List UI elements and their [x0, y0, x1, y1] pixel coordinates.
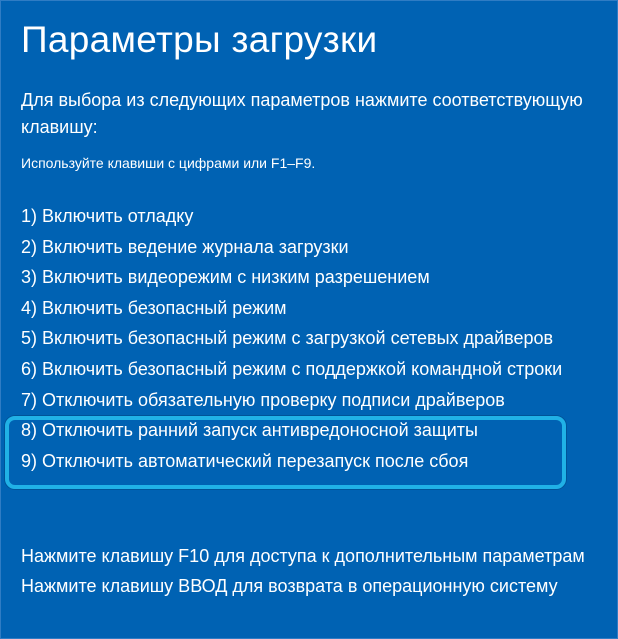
- option-label: Отключить ранний запуск антивредоносной …: [42, 420, 478, 440]
- option-number: 9): [21, 451, 37, 471]
- footer-instructions: Нажмите клавишу F10 для доступа к дополн…: [21, 542, 597, 601]
- option-label: Включить безопасный режим с поддержкой к…: [42, 359, 562, 379]
- startup-settings-screen: Параметры загрузки Для выбора из следующ…: [1, 1, 617, 602]
- option-number: 1): [21, 206, 37, 226]
- option-2[interactable]: 2) Включить ведение журнала загрузки: [21, 232, 597, 263]
- option-label: Включить безопасный режим: [42, 298, 287, 318]
- option-3[interactable]: 3) Включить видеорежим с низким разрешен…: [21, 262, 597, 293]
- option-4[interactable]: 4) Включить безопасный режим: [21, 293, 597, 324]
- options-list: 1) Включить отладку 2) Включить ведение …: [21, 201, 597, 476]
- option-label: Включить безопасный режим с загрузкой се…: [42, 328, 553, 348]
- option-number: 4): [21, 298, 37, 318]
- option-number: 3): [21, 267, 37, 287]
- subtitle-text: Для выбора из следующих параметров нажми…: [21, 87, 597, 141]
- option-label: Отключить автоматический перезапуск посл…: [42, 451, 468, 471]
- option-number: 8): [21, 420, 37, 440]
- option-number: 5): [21, 328, 37, 348]
- footer-line-f10: Нажмите клавишу F10 для доступа к дополн…: [21, 542, 597, 572]
- option-number: 6): [21, 359, 37, 379]
- option-number: 2): [21, 237, 37, 257]
- option-label: Отключить обязательную проверку подписи …: [42, 390, 505, 410]
- option-8[interactable]: 8) Отключить ранний запуск антивредоносн…: [21, 415, 597, 446]
- option-label: Включить отладку: [42, 206, 193, 226]
- option-label: Включить ведение журнала загрузки: [42, 237, 349, 257]
- option-5[interactable]: 5) Включить безопасный режим с загрузкой…: [21, 323, 597, 354]
- option-6[interactable]: 6) Включить безопасный режим с поддержко…: [21, 354, 597, 385]
- footer-line-enter: Нажмите клавишу ВВОД для возврата в опер…: [21, 572, 597, 602]
- page-title: Параметры загрузки: [21, 19, 597, 61]
- option-label: Включить видеорежим с низким разрешением: [42, 267, 430, 287]
- option-9[interactable]: 9) Отключить автоматический перезапуск п…: [21, 446, 597, 477]
- option-7[interactable]: 7) Отключить обязательную проверку подпи…: [21, 385, 597, 416]
- hint-text: Используйте клавиши с цифрами или F1–F9.: [21, 155, 597, 171]
- option-number: 7): [21, 390, 37, 410]
- option-1[interactable]: 1) Включить отладку: [21, 201, 597, 232]
